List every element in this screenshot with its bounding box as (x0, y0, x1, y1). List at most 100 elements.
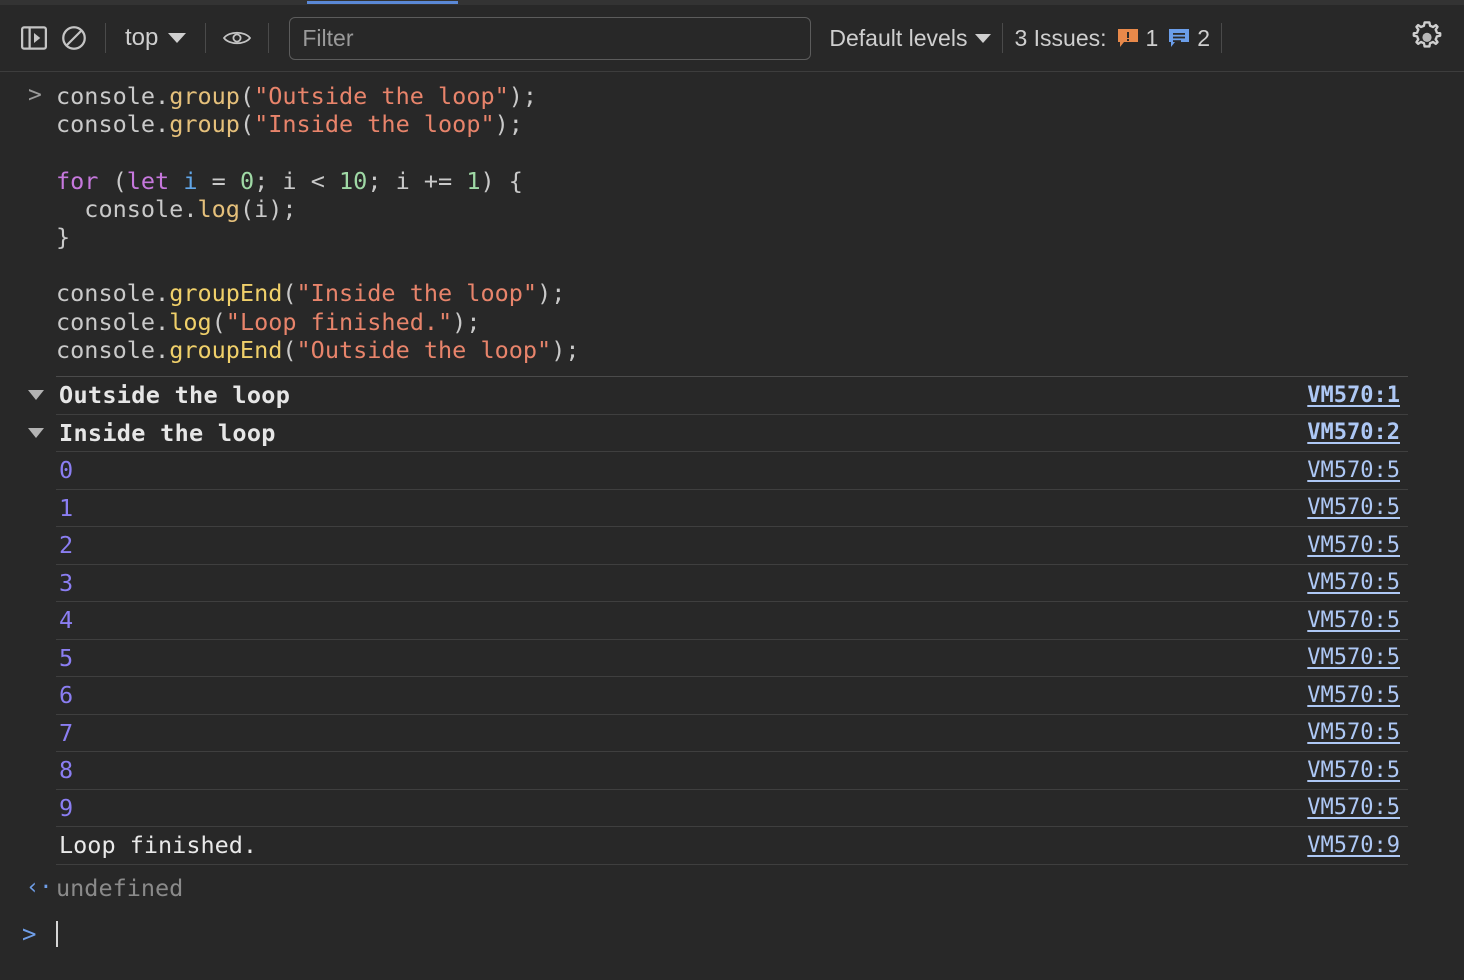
source-location-link[interactable]: VM570:5 (1307, 533, 1400, 558)
console-message-text: Inside the loop (59, 418, 276, 447)
toolbar-divider-5 (1221, 23, 1223, 53)
console-group-header[interactable]: Outside the loop VM570:1 (28, 377, 1408, 415)
code-token: "Outside the loop" (254, 82, 509, 110)
toolbar-divider-2 (205, 23, 207, 53)
group-expand-triangle-icon[interactable] (28, 390, 44, 401)
filter-input[interactable]: Filter (289, 16, 812, 60)
console-message-text: 1 (59, 493, 74, 522)
issue-info-icon (1169, 29, 1190, 47)
code-token: ( (282, 335, 297, 364)
issues-info-count: 2 (1197, 24, 1211, 51)
source-location-link[interactable]: VM570:5 (1307, 570, 1400, 595)
console-message-row: 1 VM570:5 (56, 490, 1408, 528)
code-token: = (197, 166, 240, 195)
console-message-row: 9 VM570:5 (56, 790, 1408, 828)
code-token: "Outside the loop" (296, 335, 552, 364)
sidebar-toggle-button[interactable] (14, 18, 54, 58)
console-message-row: 5 VM570:5 (56, 640, 1408, 678)
group-expand-triangle-icon[interactable] (28, 427, 44, 438)
code-token: 1 (466, 166, 481, 195)
execution-context-selector[interactable]: top (117, 24, 194, 52)
console-input-source: console.group("Outside the loop"); conso… (0, 82, 1464, 364)
source-location-link[interactable]: VM570:5 (1307, 495, 1400, 520)
source-location-link[interactable]: VM570:5 (1307, 645, 1400, 670)
code-token: ( (239, 82, 255, 110)
code-token: group (169, 82, 240, 110)
gear-icon (1412, 21, 1442, 48)
code-token: 0 (239, 166, 255, 195)
execution-context-label: top (125, 24, 159, 51)
code-token: ); (508, 82, 538, 110)
text-cursor (56, 920, 58, 947)
console-toolbar: top Filter Default levels 3 Issues: 1 2 (0, 5, 1464, 72)
code-token: groupEnd (169, 279, 283, 308)
console-message-row: 2 VM570:5 (56, 527, 1408, 565)
active-tab-indicator (307, 1, 458, 4)
console-group-header[interactable]: Inside the loop VM570:2 (28, 415, 1408, 453)
code-token: i (183, 166, 198, 195)
console-message-text: 9 (59, 793, 74, 822)
source-location-link[interactable]: VM570:5 (1307, 458, 1400, 483)
source-location-link[interactable]: VM570:9 (1307, 833, 1400, 858)
code-token: ( (239, 110, 255, 139)
code-token: ) { (480, 166, 523, 195)
toolbar-divider-1 (105, 23, 106, 53)
code-token: "Inside the loop" (254, 110, 495, 139)
code-token: console. (56, 335, 170, 364)
live-expressions-button[interactable] (217, 18, 257, 58)
toolbar-divider-4 (1002, 23, 1004, 53)
code-token: ); (494, 110, 523, 139)
eye-icon (223, 31, 252, 45)
code-token: console. (56, 82, 170, 110)
console-result-value: undefined (56, 873, 184, 902)
sidebar-panel-icon (21, 26, 47, 50)
prompt-arrow-icon: > (22, 919, 37, 948)
chevron-down-icon (168, 33, 187, 43)
console-message-row: 7 VM570:5 (56, 715, 1408, 753)
code-token: groupEnd (169, 335, 283, 364)
console-message-row: Loop finished. VM570:9 (56, 827, 1408, 865)
code-token: console. (56, 279, 170, 308)
code-token: ( (211, 307, 226, 336)
console-message-text: 2 (59, 531, 74, 560)
code-token: log (197, 194, 240, 223)
code-token: ); (452, 307, 481, 336)
issues-info-group: 2 (1168, 25, 1210, 52)
console-message-text: 0 (59, 456, 74, 485)
code-token: console. (56, 194, 198, 223)
issues-label: 3 Issues: (1014, 24, 1107, 51)
code-token: ); (551, 335, 580, 364)
chevron-down-icon (975, 33, 992, 43)
source-location-link[interactable]: VM570:5 (1307, 683, 1400, 708)
log-levels-selector[interactable]: Default levels (829, 25, 992, 52)
console-log-area[interactable]: > console.group("Outside the loop"); con… (0, 72, 1464, 979)
toolbar-divider-3 (268, 23, 270, 53)
code-token: "Inside the loop" (296, 279, 538, 308)
code-token: (i); (239, 194, 297, 223)
source-location-link[interactable]: VM570:5 (1307, 795, 1400, 820)
code-token: console. (56, 110, 170, 139)
console-message-row: 0 VM570:5 (56, 452, 1408, 490)
console-settings-button[interactable] (1404, 15, 1450, 61)
source-location-link[interactable]: VM570:1 (1307, 383, 1400, 408)
console-prompt-row[interactable]: > (0, 911, 1464, 957)
issues-error-count: 1 (1145, 24, 1159, 51)
console-result-row: ‹· undefined (0, 865, 1464, 911)
issues-summary[interactable]: 3 Issues: 1 2 (1014, 25, 1210, 52)
console-message-text: 4 (59, 606, 74, 635)
console-message-row: 8 VM570:5 (56, 752, 1408, 790)
source-location-link[interactable]: VM570:5 (1307, 720, 1400, 745)
console-message-text: 6 (59, 681, 74, 710)
console-message-text: 5 (59, 643, 74, 672)
source-location-link[interactable]: VM570:5 (1307, 758, 1400, 783)
issue-error-icon (1117, 29, 1138, 47)
source-location-link[interactable]: VM570:5 (1307, 608, 1400, 633)
source-location-link[interactable]: VM570:2 (1307, 420, 1400, 445)
code-token: ; i < (254, 166, 340, 195)
console-message-text: 8 (59, 756, 74, 785)
console-message-row: 4 VM570:5 (56, 602, 1408, 640)
console-message-text: Outside the loop (59, 381, 291, 410)
return-arrow-icon: ‹· (26, 875, 53, 901)
code-token: "Loop finished." (225, 307, 453, 336)
clear-console-button[interactable] (54, 18, 94, 58)
